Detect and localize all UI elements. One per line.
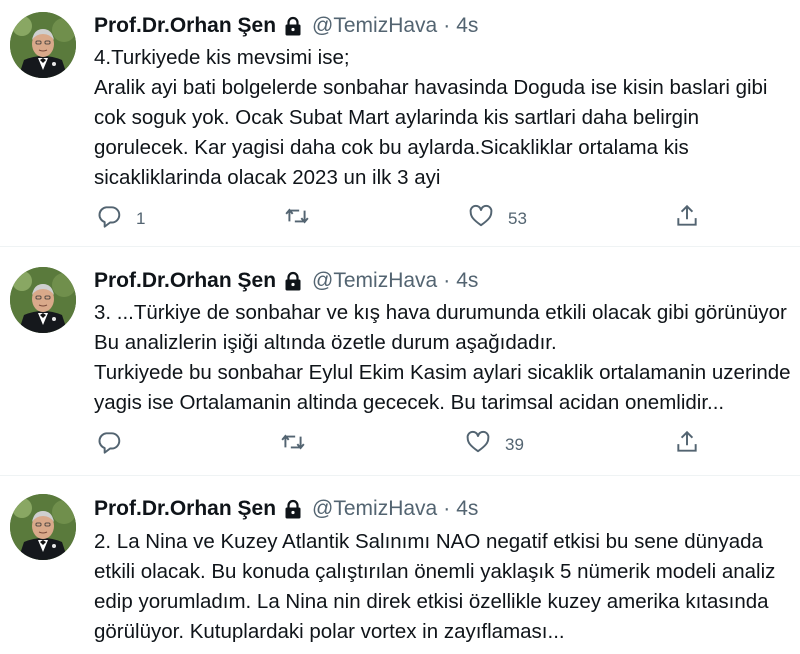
retweet-icon bbox=[280, 429, 306, 460]
separator-dot: · bbox=[443, 269, 451, 292]
reply-count: 1 bbox=[136, 208, 146, 228]
separator-dot: · bbox=[443, 497, 451, 520]
share-button[interactable] bbox=[674, 203, 700, 234]
tweet-actions: 39 bbox=[94, 429, 714, 459]
avatar[interactable] bbox=[10, 494, 76, 560]
reply-icon bbox=[96, 429, 122, 460]
like-button[interactable]: 53 bbox=[468, 203, 527, 234]
tweet-timestamp[interactable]: 4s bbox=[456, 496, 478, 522]
retweet-button[interactable] bbox=[284, 203, 324, 234]
tweet-text-line: Turkiyede bu sonbahar Eylul Ekim Kasim a… bbox=[94, 361, 791, 384]
reply-icon bbox=[96, 203, 122, 234]
avatar[interactable] bbox=[10, 267, 76, 333]
tweet-header: Prof.Dr.Orhan Şen @TemizHava · 4s bbox=[94, 496, 478, 522]
share-button[interactable] bbox=[674, 429, 700, 460]
tweet-text-line: gorulecek. Kar yagisi daha cok bu aylard… bbox=[94, 136, 689, 159]
retweet-button[interactable] bbox=[280, 429, 320, 460]
tweet-actions: 1 53 bbox=[94, 203, 714, 233]
tweet-header: Prof.Dr.Orhan Şen @TemizHava · 4s bbox=[94, 268, 478, 294]
author-name[interactable]: Prof.Dr.Orhan Şen bbox=[94, 496, 276, 522]
tweet-text-line: 2. La Nina ve Kuzey Atlantik Salınımı NA… bbox=[94, 530, 763, 553]
author-handle[interactable]: @TemizHava bbox=[312, 496, 437, 522]
tweet-text-line: 4.Turkiyede kis mevsimi ise; bbox=[94, 46, 350, 69]
reply-button[interactable]: 1 bbox=[96, 203, 145, 234]
author-name[interactable]: Prof.Dr.Orhan Şen bbox=[94, 13, 276, 39]
tweet-text: 4.Turkiyede kis mevsimi ise; Aralik ayi … bbox=[94, 43, 800, 193]
author-handle[interactable]: @TemizHava bbox=[312, 13, 437, 39]
reply-button[interactable] bbox=[96, 429, 136, 460]
author-name[interactable]: Prof.Dr.Orhan Şen bbox=[94, 268, 276, 294]
tweet-text: 3. ...Türkiye de sonbahar ve kış hava du… bbox=[94, 298, 800, 418]
tweet-text: 2. La Nina ve Kuzey Atlantik Salınımı NA… bbox=[94, 527, 800, 647]
tweet-text-line: edip yorumladım. La Nina nin direk etkis… bbox=[94, 590, 769, 613]
heart-icon bbox=[465, 429, 491, 460]
tweet-text-line: cok soguk yok. Ocak Subat Mart aylarinda… bbox=[94, 106, 700, 129]
tweet-text-line: görülüyor. Kutuplardaki polar vortex in … bbox=[94, 620, 565, 643]
author-handle[interactable]: @TemizHava bbox=[312, 268, 437, 294]
tweet-text-line: Aralik ayi bati bolgelerde sonbahar hava… bbox=[94, 76, 768, 99]
avatar[interactable] bbox=[10, 12, 76, 78]
tweet-3[interactable]: Prof.Dr.Orhan Şen @TemizHava · 4s 2. La … bbox=[0, 476, 800, 654]
tweet-header: Prof.Dr.Orhan Şen @TemizHava · 4s bbox=[94, 13, 478, 39]
tweet-2[interactable]: Prof.Dr.Orhan Şen @TemizHava · 4s 3. ...… bbox=[0, 247, 800, 475]
tweet-1[interactable]: Prof.Dr.Orhan Şen @TemizHava · 4s 4.Turk… bbox=[0, 0, 800, 246]
share-icon bbox=[674, 203, 700, 234]
lock-icon bbox=[282, 15, 304, 37]
tweet-text-line: yagis ise Ortalamanin altinda gececek. B… bbox=[94, 391, 725, 414]
share-icon bbox=[674, 429, 700, 460]
tweet-timestamp[interactable]: 4s bbox=[456, 268, 478, 294]
tweet-timestamp[interactable]: 4s bbox=[456, 13, 478, 39]
lock-icon bbox=[282, 498, 304, 520]
tweet-text-line: 3. ...Türkiye de sonbahar ve kış hava du… bbox=[94, 301, 787, 324]
like-button[interactable]: 39 bbox=[465, 429, 524, 460]
like-count: 53 bbox=[508, 208, 527, 228]
separator-dot: · bbox=[443, 14, 451, 37]
tweet-text-line: Bu analizlerin işiği altında özetle duru… bbox=[94, 331, 557, 354]
heart-icon bbox=[468, 203, 494, 234]
retweet-icon bbox=[284, 203, 310, 234]
lock-icon bbox=[282, 270, 304, 292]
tweet-text-line: etkili olacak. Bu konuda çalıştırılan ön… bbox=[94, 560, 776, 583]
like-count: 39 bbox=[505, 434, 524, 454]
tweet-text-line: sicakliklarinda olacak 2023 un ilk 3 ayi bbox=[94, 166, 441, 189]
